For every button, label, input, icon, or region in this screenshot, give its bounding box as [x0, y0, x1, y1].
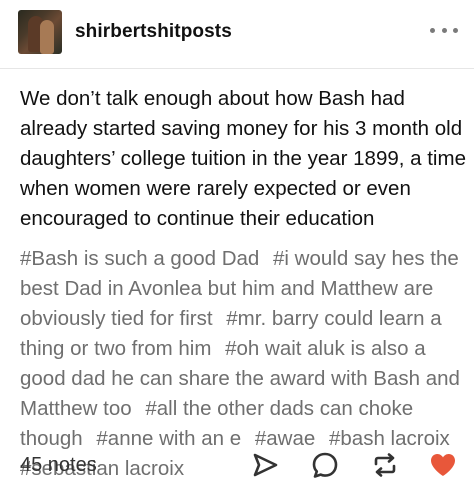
- post-body: We don’t talk enough about how Bash had …: [20, 87, 466, 230]
- reblog-icon-svg: [374, 453, 396, 477]
- reply-icon-svg: [312, 452, 338, 478]
- reblog-icon[interactable]: [370, 450, 400, 480]
- post-header: shirbertshitposts: [18, 10, 458, 54]
- post-footer: 45 notes: [20, 446, 456, 486]
- tag[interactable]: #Bash is such a good Dad: [20, 247, 259, 270]
- header-divider: [0, 68, 474, 69]
- heart-icon[interactable]: [428, 450, 458, 480]
- more-options-icon[interactable]: [430, 20, 458, 40]
- avatar-figure-right: [40, 20, 54, 54]
- more-dot: [441, 27, 447, 33]
- heart-icon-svg: [431, 454, 455, 476]
- tumblr-post: shirbertshitposts We don’t talk enough a…: [0, 0, 474, 495]
- avatar[interactable]: [18, 10, 62, 54]
- username[interactable]: shirbertshitposts: [75, 21, 232, 43]
- share-icon-svg: [253, 453, 278, 477]
- more-dot: [430, 27, 435, 33]
- more-dot: [453, 27, 458, 33]
- notes-count[interactable]: 45 notes: [20, 454, 97, 477]
- reply-icon[interactable]: [310, 450, 340, 480]
- share-icon[interactable]: [250, 450, 280, 480]
